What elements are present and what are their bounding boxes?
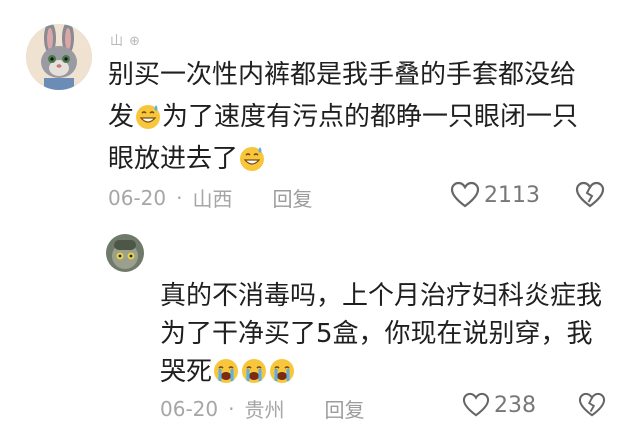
sweat-grin-emoji-icon <box>240 147 265 171</box>
crying-emoji-icon <box>242 359 267 383</box>
username[interactable] <box>250 250 310 260</box>
crying-emoji-icon <box>214 359 239 383</box>
reply-button[interactable]: 回复 <box>324 394 364 423</box>
reply-button[interactable]: 回复 <box>272 183 312 212</box>
comment-location: 贵州 <box>244 398 285 422</box>
like-count: 238 <box>494 392 536 418</box>
comment-text-line-2: 发为了速度有污点的都睁一只眼闭一只 <box>108 97 578 137</box>
comment-text-line-2: 为了干净买了5盒，你现在说别穿，我 <box>160 319 593 349</box>
avatar[interactable] <box>26 24 92 90</box>
sweat-grin-emoji-icon <box>136 105 161 129</box>
comment-date: 06-20 <box>108 185 167 210</box>
heart-icon <box>450 181 480 208</box>
like-button[interactable]: 2113 <box>450 181 540 209</box>
heart-icon <box>462 392 490 417</box>
broken-heart-icon <box>575 181 605 208</box>
bunny-avatar-icon <box>26 24 92 90</box>
like-count: 2113 <box>484 182 540 208</box>
dislike-button[interactable] <box>578 392 606 422</box>
comment-text-line-3: 哭死 <box>160 352 296 392</box>
like-button[interactable]: 238 <box>462 392 536 418</box>
comment-location: 山西 <box>192 187 233 211</box>
comment-text-segment: 哭死 <box>160 357 213 387</box>
broken-heart-icon <box>578 392 606 417</box>
comment-text-line-3: 眼放进去了 <box>108 139 266 179</box>
separator-dot: · <box>228 396 235 421</box>
comment-text-segment: 发 <box>108 102 135 132</box>
username[interactable]: 山 ⊕ <box>110 30 141 49</box>
comment-text-line-1: 别买一次性内裤都是我手叠的手套都没给 <box>108 60 577 90</box>
character-avatar-icon <box>106 234 144 272</box>
dislike-button[interactable] <box>575 181 605 213</box>
comment-date: 06-20 <box>160 396 219 421</box>
comment-meta: 06-20 · 贵州 回复 <box>160 394 364 423</box>
separator-dot: · <box>176 185 183 210</box>
comment-meta: 06-20 · 山西 回复 <box>108 183 312 212</box>
comment-text-segment: 眼放进去了 <box>108 144 239 174</box>
crying-emoji-icon <box>270 359 295 383</box>
comment-text-segment: 为了速度有污点的都睁一只眼闭一只 <box>162 102 579 132</box>
comment-text-line-1: 真的不消毒吗，上个月治疗妇科炎症我 <box>160 281 603 311</box>
avatar[interactable] <box>106 234 144 272</box>
